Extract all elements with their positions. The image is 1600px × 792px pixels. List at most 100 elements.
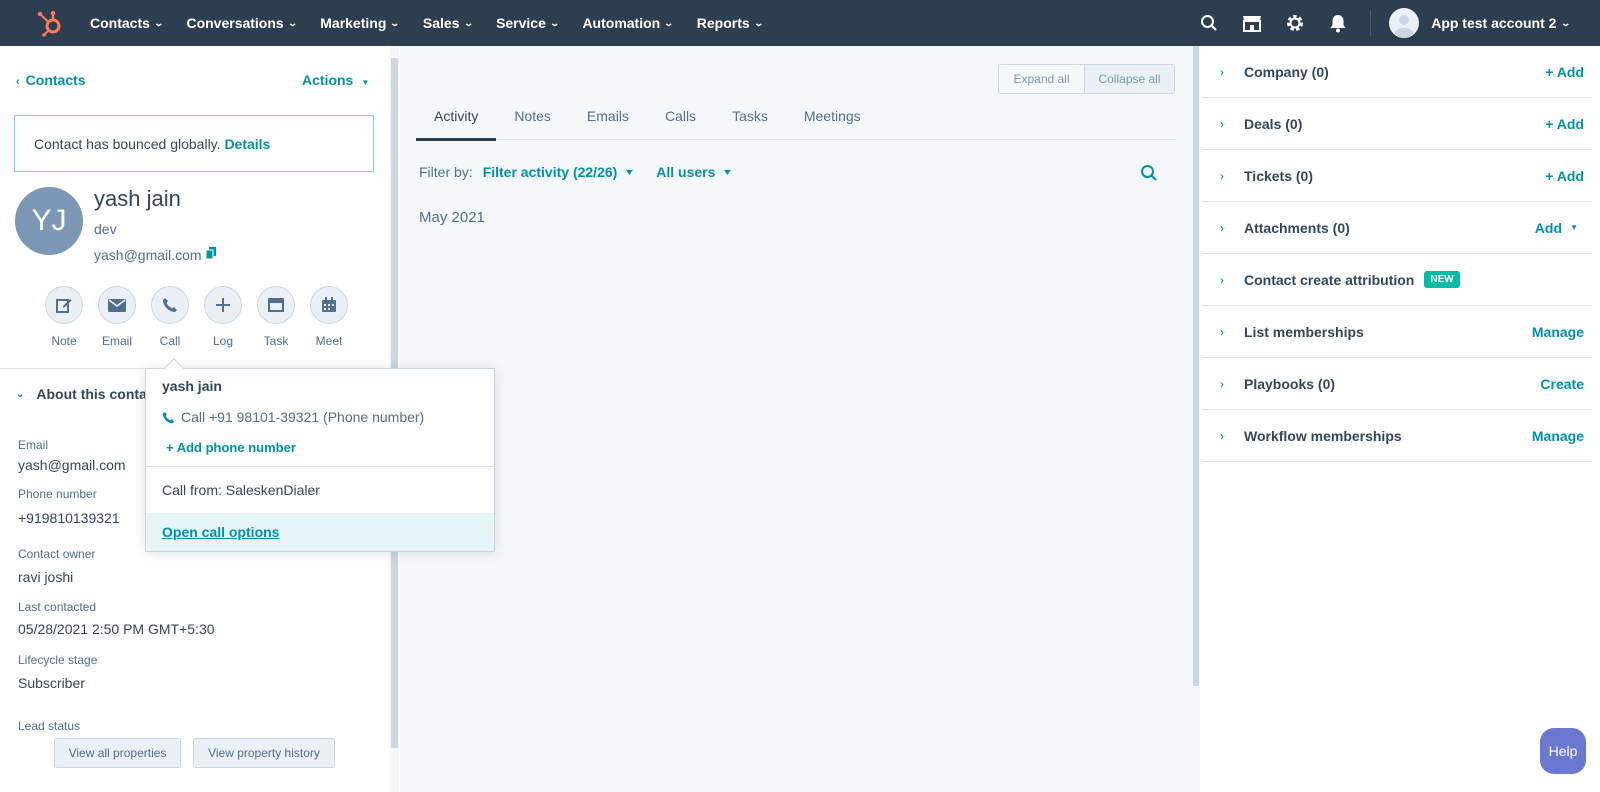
nav-reports[interactable]: Reports ⌄ <box>697 15 764 31</box>
attachments-section[interactable]: › Attachments (0) Add ▼ <box>1202 202 1592 254</box>
settings-gear-icon[interactable] <box>1284 12 1306 34</box>
call-phone-option[interactable]: Call +91 98101-39321 (Phone number) <box>162 409 424 425</box>
playbooks-section[interactable]: › Playbooks (0) Create <box>1202 358 1592 410</box>
alert-details-link[interactable]: Details <box>224 136 270 152</box>
top-nav: Contacts ⌄ Conversations ⌄ Marketing ⌄ Sale… <box>0 0 1600 46</box>
view-all-properties-button[interactable]: View all properties <box>54 738 181 768</box>
nav-sales[interactable]: Sales ⌄ <box>423 15 474 31</box>
search-icon[interactable] <box>1140 164 1158 182</box>
list-memberships-section[interactable]: › List memberships Manage <box>1202 306 1592 358</box>
add-phone-number-link[interactable]: + Add phone number <box>166 440 296 455</box>
caret-down-icon: ▼ <box>623 167 636 177</box>
nav-divider <box>1370 10 1372 36</box>
calendar-icon <box>310 286 348 324</box>
account-menu[interactable]: App test account 2 ⌄ <box>1389 8 1572 38</box>
nav-conversations[interactable]: Conversations ⌄ <box>186 15 298 31</box>
chevron-right-icon: › <box>1220 376 1224 391</box>
caret-down-icon: ▼ <box>361 78 370 87</box>
note-icon <box>45 286 83 324</box>
log-action[interactable]: Log <box>203 286 243 348</box>
tab-notes[interactable]: Notes <box>496 96 569 140</box>
marketplace-icon[interactable] <box>1241 12 1263 34</box>
email-icon <box>98 286 136 324</box>
manage-workflows-link[interactable]: Manage <box>1532 428 1584 444</box>
about-contact-toggle[interactable]: ⌄ About this contact <box>16 386 159 402</box>
add-company-link[interactable]: + Add <box>1545 64 1584 80</box>
hubspot-logo-icon[interactable] <box>36 9 64 37</box>
tab-meetings[interactable]: Meetings <box>786 96 879 140</box>
plus-icon <box>204 286 242 324</box>
contact-email[interactable]: yash@gmail.com <box>94 247 202 263</box>
email-action[interactable]: Email <box>97 286 137 348</box>
tab-activity[interactable]: Activity <box>416 96 497 141</box>
caret-down-icon: ▼ <box>1570 223 1578 232</box>
chevron-right-icon: › <box>1220 168 1224 183</box>
quick-actions: Note Email Call Log Task Meet <box>44 286 362 348</box>
notifications-bell-icon[interactable] <box>1327 12 1349 34</box>
call-action[interactable]: Call <box>150 286 190 348</box>
chevron-right-icon: › <box>1220 220 1224 235</box>
help-button[interactable]: Help <box>1540 728 1586 774</box>
middle-scrollbar[interactable] <box>1192 46 1200 792</box>
filter-label: Filter by: <box>419 164 473 180</box>
chevron-down-icon: ⌄ <box>153 17 164 28</box>
nav-utilities: App test account 2 ⌄ <box>1198 0 1600 46</box>
scrollbar-thumb[interactable] <box>1193 46 1199 686</box>
tickets-section[interactable]: › Tickets (0) + Add <box>1202 150 1592 202</box>
add-deal-link[interactable]: + Add <box>1545 116 1584 132</box>
chevron-down-icon: ⌄ <box>463 17 474 28</box>
bounce-alert: Contact has bounced globally. Details <box>14 115 374 172</box>
manage-lists-link[interactable]: Manage <box>1532 324 1584 340</box>
open-call-options-row[interactable]: Open call options <box>146 513 494 551</box>
copy-icon[interactable] <box>206 247 216 259</box>
chevron-right-icon: › <box>1220 116 1224 131</box>
contact-job-title[interactable]: dev <box>94 221 117 237</box>
view-property-history-button[interactable]: View property history <box>193 738 335 768</box>
back-to-contacts-link[interactable]: ‹ Contacts <box>16 72 86 88</box>
company-section[interactable]: › Company (0) + Add <box>1202 46 1592 98</box>
chevron-down-icon: ⌄ <box>287 17 298 28</box>
property-label: Email <box>18 438 49 452</box>
tab-tasks[interactable]: Tasks <box>714 96 786 140</box>
nav-automation[interactable]: Automation ⌄ <box>582 15 674 31</box>
expand-all-button[interactable]: Expand all <box>998 64 1085 94</box>
property-value-last-contacted[interactable]: 05/28/2021 2:50 PM GMT+5:30 <box>18 621 215 637</box>
tab-emails[interactable]: Emails <box>569 96 647 140</box>
nav-contacts[interactable]: Contacts ⌄ <box>90 15 164 31</box>
chevron-right-icon: › <box>1220 324 1224 339</box>
actions-dropdown[interactable]: Actions ▼ <box>302 72 369 88</box>
meet-action[interactable]: Meet <box>309 286 349 348</box>
timeline-month-header: May 2021 <box>419 209 485 226</box>
task-icon <box>257 286 295 324</box>
call-popover: yash jain Call +91 98101-39321 (Phone nu… <box>145 358 495 552</box>
property-value-phone[interactable]: +919810139321 <box>18 510 120 526</box>
add-ticket-link[interactable]: + Add <box>1545 168 1584 184</box>
filter-activity-dropdown[interactable]: Filter activity (22/26) <box>483 164 618 180</box>
open-call-options-link[interactable]: Open call options <box>162 524 279 540</box>
deals-section[interactable]: › Deals (0) + Add <box>1202 98 1592 150</box>
contact-create-attribution-section[interactable]: › Contact create attribution NEW <box>1202 254 1592 306</box>
filter-users-dropdown[interactable]: All users <box>656 164 715 180</box>
create-playbook-link[interactable]: Create <box>1540 376 1584 392</box>
property-value-owner[interactable]: ravi joshi <box>18 569 73 585</box>
nav-service[interactable]: Service ⌄ <box>496 15 560 31</box>
note-action[interactable]: Note <box>44 286 84 348</box>
tab-calls[interactable]: Calls <box>647 96 714 140</box>
nav-marketing[interactable]: Marketing ⌄ <box>320 15 401 31</box>
chevron-down-icon: ⌄ <box>389 17 401 28</box>
property-value-lifecycle[interactable]: Subscriber <box>18 675 85 691</box>
new-badge: NEW <box>1424 271 1460 288</box>
task-action[interactable]: Task <box>256 286 296 348</box>
add-attachment-dropdown[interactable]: Add <box>1535 220 1562 236</box>
search-icon[interactable] <box>1198 12 1220 34</box>
property-label: Contact owner <box>18 547 96 561</box>
property-label: Phone number <box>18 487 97 501</box>
activity-panel: Expand all Collapse all Activity Notes E… <box>400 46 1192 792</box>
collapse-all-button[interactable]: Collapse all <box>1085 64 1175 94</box>
popover-contact-name: yash jain <box>162 378 222 394</box>
workflow-memberships-section[interactable]: › Workflow memberships Manage <box>1202 410 1592 462</box>
chevron-right-icon: › <box>1220 64 1224 79</box>
contact-name[interactable]: yash jain <box>94 186 181 212</box>
chevron-left-icon: ‹ <box>16 76 20 88</box>
property-value-email[interactable]: yash@gmail.com <box>18 457 126 473</box>
